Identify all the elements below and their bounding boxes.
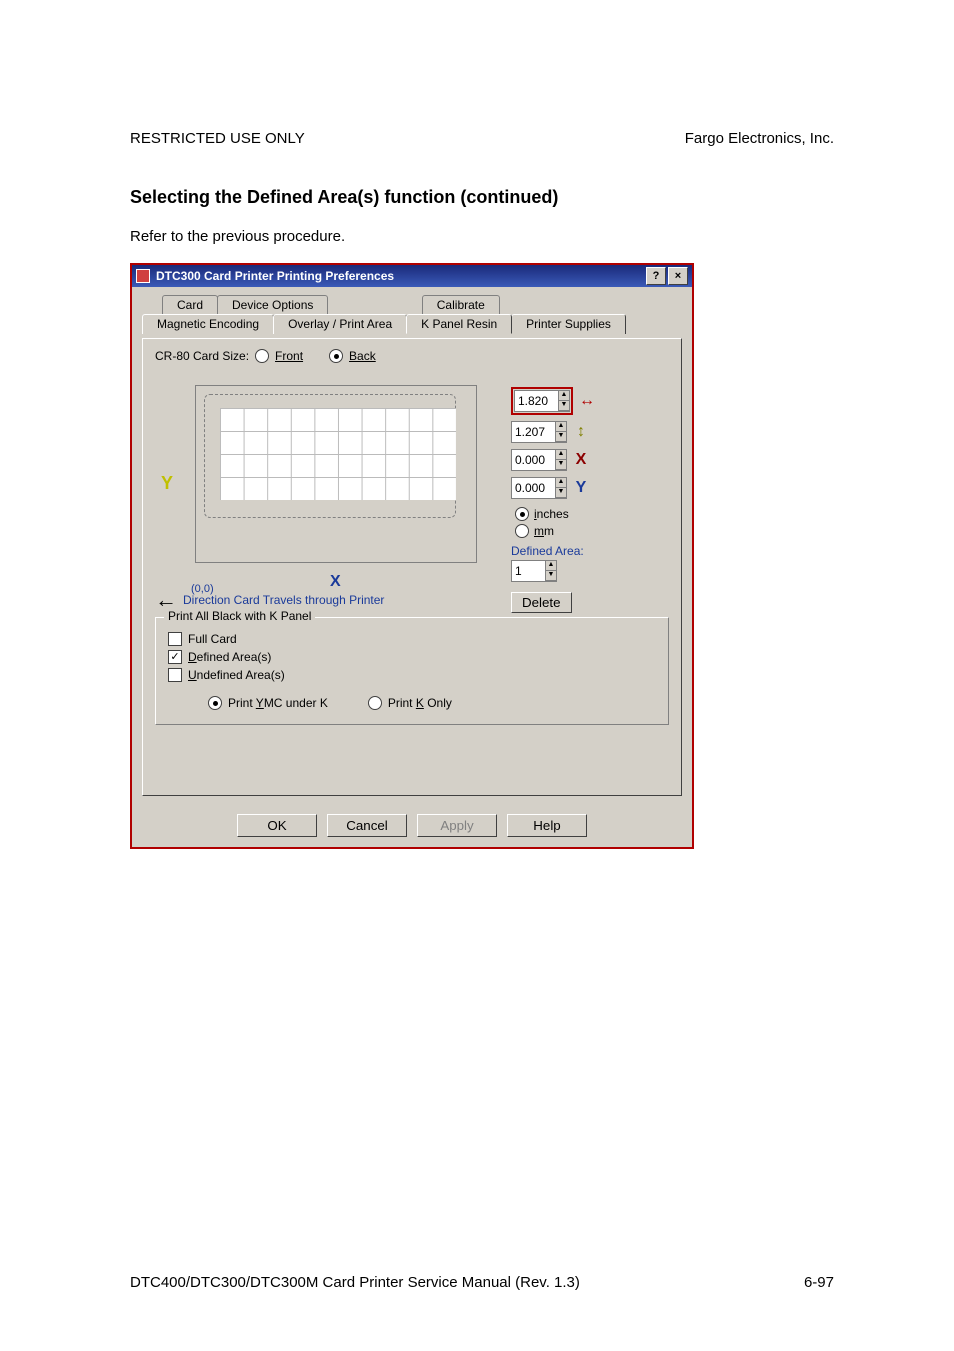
defined-up[interactable]: ▲: [545, 561, 556, 571]
delete-label: Delete: [522, 595, 561, 610]
app-icon: [136, 269, 150, 283]
height-spinner[interactable]: ▲▼: [511, 421, 567, 443]
x-axis-label: X: [330, 573, 341, 591]
tab-device-options-label: Device Options: [232, 298, 313, 312]
company-label: Fargo Electronics, Inc.: [685, 130, 834, 147]
print-ymc-label: Print YMC under K: [228, 696, 328, 710]
tab-calibrate-label: Calibrate: [437, 298, 485, 312]
width-icon: ↔: [577, 392, 597, 410]
radio-print-ymc[interactable]: [208, 696, 222, 710]
delete-button[interactable]: Delete: [511, 592, 572, 613]
radio-front[interactable]: [255, 349, 269, 363]
defined-area-grid[interactable]: [220, 408, 456, 500]
direction-label: Direction Card Travels through Printer: [183, 593, 384, 607]
dialog-title: DTC300 Card Printer Printing Preferences: [156, 269, 644, 283]
y-spinner[interactable]: ▲▼: [511, 477, 567, 499]
group-title: Print All Black with K Panel: [164, 609, 315, 623]
section-title: Selecting the Defined Area(s) function (…: [130, 187, 834, 208]
k-panel-resin-pane: CR-80 Card Size: Front Back Y (0,0) X: [142, 338, 682, 796]
printing-preferences-dialog: DTC300 Card Printer Printing Preferences…: [130, 263, 694, 849]
tab-calibrate[interactable]: Calibrate: [422, 295, 500, 314]
apply-label: Apply: [440, 818, 473, 833]
mm-label: mm: [534, 524, 554, 538]
close-button[interactable]: ×: [668, 267, 688, 285]
tab-overlay-label: Overlay / Print Area: [288, 317, 392, 331]
y-input[interactable]: [512, 480, 555, 496]
back-label: Back: [349, 349, 376, 363]
footer-left: DTC400/DTC300/DTC300M Card Printer Servi…: [130, 1274, 580, 1291]
tab-overlay-print-area[interactable]: Overlay / Print Area: [273, 314, 407, 334]
height-up[interactable]: ▲: [555, 422, 566, 432]
radio-back[interactable]: [329, 349, 343, 363]
x-down[interactable]: ▼: [555, 460, 566, 470]
defined-areas-label: Defined Area(s): [188, 650, 271, 664]
tab-printer-supplies[interactable]: Printer Supplies: [511, 314, 626, 334]
chk-defined-areas[interactable]: [168, 650, 182, 664]
footer-right: 6-97: [804, 1274, 834, 1291]
full-card-label: Full Card: [188, 632, 237, 646]
tab-device-options[interactable]: Device Options: [217, 295, 328, 314]
help-label: Help: [533, 818, 560, 833]
help-button-bottom[interactable]: Help: [507, 814, 587, 837]
width-up[interactable]: ▲: [558, 391, 569, 401]
ok-button[interactable]: OK: [237, 814, 317, 837]
width-spinner[interactable]: ▲▼: [514, 390, 570, 412]
y-axis-label: Y: [161, 473, 173, 494]
x-spinner[interactable]: ▲▼: [511, 449, 567, 471]
cancel-button[interactable]: Cancel: [327, 814, 407, 837]
ok-label: OK: [267, 818, 286, 833]
x-icon: X: [571, 451, 591, 469]
chk-full-card[interactable]: [168, 632, 182, 646]
restricted-label: RESTRICTED USE ONLY: [130, 130, 305, 147]
width-input[interactable]: [515, 393, 558, 409]
tab-k-panel-label: K Panel Resin: [421, 317, 497, 331]
tab-supplies-label: Printer Supplies: [526, 317, 611, 331]
defined-down[interactable]: ▼: [545, 571, 556, 581]
titlebar: DTC300 Card Printer Printing Preferences…: [132, 265, 692, 287]
help-button[interactable]: ?: [646, 267, 666, 285]
intro-text: Refer to the previous procedure.: [130, 228, 834, 245]
radio-inches[interactable]: [515, 507, 529, 521]
x-up[interactable]: ▲: [555, 450, 566, 460]
card-size-label: CR-80 Card Size:: [155, 349, 249, 363]
y-up[interactable]: ▲: [555, 478, 566, 488]
chk-undefined-areas[interactable]: [168, 668, 182, 682]
radio-print-k-only[interactable]: [368, 696, 382, 710]
print-black-group: Print All Black with K Panel Full Card D…: [155, 617, 669, 725]
cancel-label: Cancel: [346, 818, 388, 833]
height-input[interactable]: [512, 424, 555, 440]
y-down[interactable]: ▼: [555, 488, 566, 498]
highlight-width-height: ▲▼: [511, 387, 573, 415]
height-icon: ↕: [571, 423, 591, 441]
defined-area-input[interactable]: [512, 563, 545, 579]
tab-k-panel-resin[interactable]: K Panel Resin: [406, 314, 512, 334]
defined-area-spinner[interactable]: ▲▼: [511, 560, 557, 582]
card-preview: [195, 385, 477, 563]
front-label: Front: [275, 349, 303, 363]
x-input[interactable]: [512, 452, 555, 468]
height-down[interactable]: ▼: [555, 432, 566, 442]
direction-arrow-icon: ←: [155, 593, 177, 607]
apply-button[interactable]: Apply: [417, 814, 497, 837]
y-icon: Y: [571, 479, 591, 497]
tab-magnetic-encoding[interactable]: Magnetic Encoding: [142, 314, 274, 334]
tab-magnetic-encoding-label: Magnetic Encoding: [157, 317, 259, 331]
defined-area-label: Defined Area:: [511, 544, 671, 558]
print-k-only-label: Print K Only: [388, 696, 452, 710]
inches-label: iinchesnches: [534, 507, 569, 521]
width-down[interactable]: ▼: [558, 401, 569, 411]
tab-card-label: Card: [177, 298, 203, 312]
tab-card[interactable]: Card: [162, 295, 218, 314]
radio-mm[interactable]: [515, 524, 529, 538]
undefined-areas-label: Undefined Area(s): [188, 668, 285, 682]
origin-label: (0,0): [191, 583, 214, 595]
